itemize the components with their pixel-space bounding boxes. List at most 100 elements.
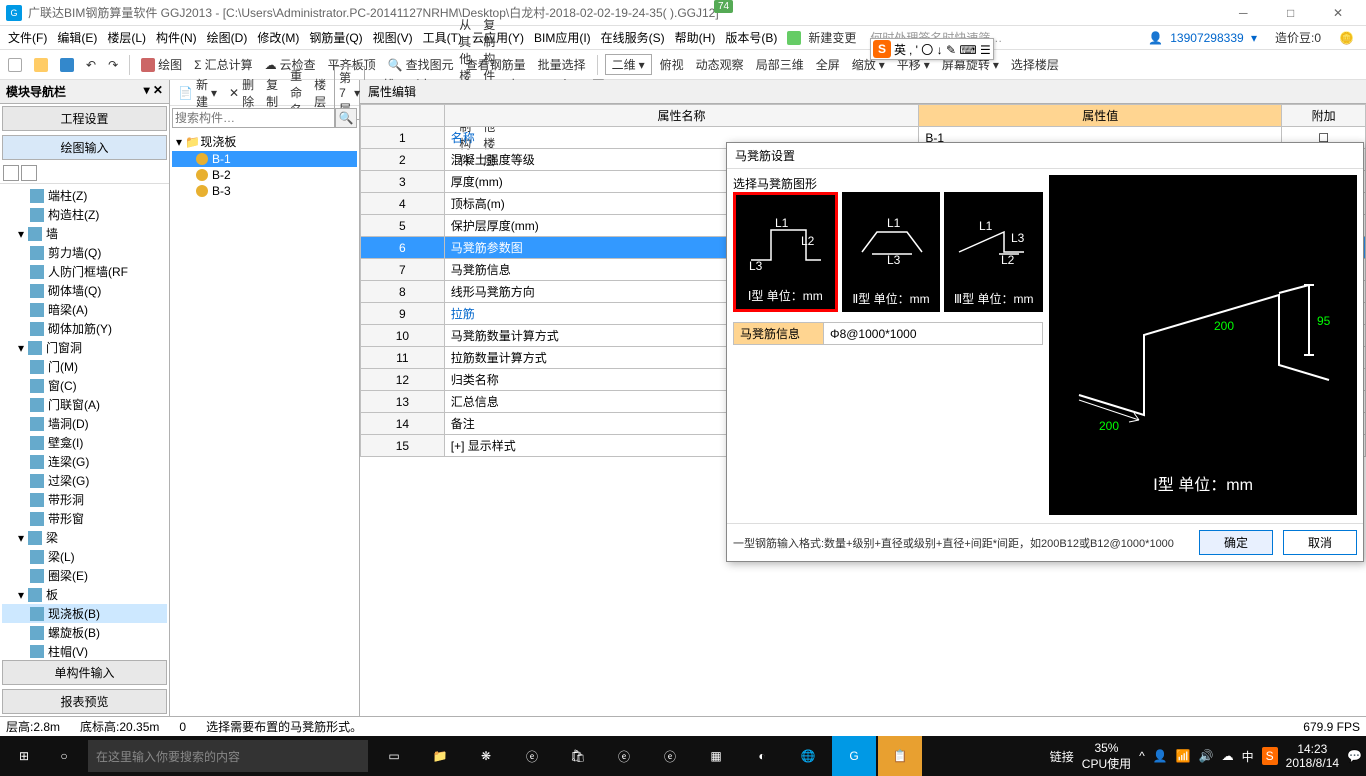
app-icon-4[interactable]: ◐ xyxy=(740,736,784,776)
tree-item[interactable]: 现浇板(B) xyxy=(2,604,167,623)
top-view-button[interactable]: 俯视 xyxy=(656,54,688,75)
tray-up-icon[interactable]: ^ xyxy=(1139,749,1145,763)
pattern-3[interactable]: L1L3L2 Ⅲ型 单位：mm xyxy=(944,192,1043,312)
tree-item[interactable]: 剪力墙(Q) xyxy=(2,243,167,262)
tree-item[interactable]: 壁龛(I) xyxy=(2,433,167,452)
tree-item[interactable]: 连梁(G) xyxy=(2,452,167,471)
user-id[interactable]: 👤 13907298339 ▾ xyxy=(1144,29,1261,47)
app-icon-2[interactable]: 🛍 xyxy=(556,736,600,776)
tree-item[interactable]: 圈梁(E) xyxy=(2,566,167,585)
menu-modify[interactable]: 修改(M) xyxy=(253,27,303,48)
tree-item[interactable]: 过梁(G) xyxy=(2,471,167,490)
slab-item-b3[interactable]: B-3 xyxy=(172,183,357,199)
slab-tree[interactable]: ▾ 📁 现浇板 B-1 B-2 B-3 xyxy=(170,130,359,716)
slab-item-b2[interactable]: B-2 xyxy=(172,167,357,183)
tray-ime-icon[interactable]: 中 xyxy=(1242,748,1254,765)
app-icon-5[interactable]: 📋 xyxy=(878,736,922,776)
delete-comp-button[interactable]: ✕删除 xyxy=(225,74,258,112)
redo-button[interactable]: ↷ xyxy=(104,56,122,74)
nav-tree[interactable]: 端柱(Z)构造柱(Z)▾墙剪力墙(Q)人防门框墙(RF砌体墙(Q)暗梁(A)砌体… xyxy=(0,184,169,658)
tree-item[interactable]: ▾板 xyxy=(2,585,167,604)
pattern-2[interactable]: L1L3 Ⅱ型 单位：mm xyxy=(842,192,941,312)
minimize-button[interactable]: ─ xyxy=(1221,6,1265,20)
draw-button[interactable]: 绘图 xyxy=(137,54,186,75)
menu-file[interactable]: 文件(F) xyxy=(4,27,51,48)
single-input-button[interactable]: 单构件输入 xyxy=(2,660,167,685)
taskbar-search[interactable]: 在这里输入你要搜索的内容 xyxy=(88,740,368,772)
menu-online[interactable]: 在线服务(S) xyxy=(597,27,669,48)
menu-rebar[interactable]: 钢筋量(Q) xyxy=(305,27,366,48)
tree-item[interactable]: ▾门窗洞 xyxy=(2,338,167,357)
tree-item[interactable]: 螺旋板(B) xyxy=(2,623,167,642)
ok-button[interactable]: 确定 xyxy=(1199,530,1273,555)
draw-input-button[interactable]: 绘图输入 xyxy=(2,135,167,160)
new-change-button[interactable]: 新建变更 xyxy=(783,25,864,50)
browser-icon[interactable]: 🌐 xyxy=(786,736,830,776)
new-doc-button[interactable] xyxy=(4,56,26,74)
close-button[interactable]: ✕ xyxy=(1316,6,1360,20)
tray-people-icon[interactable]: 👤 xyxy=(1153,749,1168,763)
menu-help[interactable]: 帮助(H) xyxy=(671,27,720,48)
search-input[interactable] xyxy=(172,108,335,128)
tree-item[interactable]: ▾梁 xyxy=(2,528,167,547)
tray-vol-icon[interactable]: 🔊 xyxy=(1199,749,1214,763)
open-button[interactable] xyxy=(30,56,52,74)
copy-comp-button[interactable]: 复制 xyxy=(262,74,282,112)
ie2-icon[interactable]: ⓔ xyxy=(648,736,692,776)
tree-item[interactable]: 构造柱(Z) xyxy=(2,205,167,224)
collapse-icon[interactable] xyxy=(21,165,37,181)
menu-floor[interactable]: 楼层(L) xyxy=(103,27,150,48)
tree-item[interactable]: 门(M) xyxy=(2,357,167,376)
menu-draw[interactable]: 绘图(D) xyxy=(203,27,252,48)
app-icon-1[interactable]: ❋ xyxy=(464,736,508,776)
sum-button[interactable]: Σ 汇总计算 xyxy=(190,54,256,75)
menu-view[interactable]: 视图(V) xyxy=(369,27,417,48)
tray-onedrive-icon[interactable]: ☁ xyxy=(1222,749,1234,763)
report-preview-button[interactable]: 报表预览 xyxy=(2,689,167,714)
pattern-1[interactable]: L1L2L3 Ⅰ型 单位：mm xyxy=(733,192,838,312)
tree-item[interactable]: 砌体墙(Q) xyxy=(2,281,167,300)
ime-lang[interactable]: 英 xyxy=(894,41,906,58)
ie-icon[interactable]: ⓔ xyxy=(510,736,554,776)
cancel-button[interactable]: 取消 xyxy=(1283,530,1357,555)
explorer-icon[interactable]: 📁 xyxy=(418,736,462,776)
tree-item[interactable]: 柱帽(V) xyxy=(2,642,167,658)
find-elem-button[interactable]: 🔍 查找图元 xyxy=(384,54,458,75)
search-button[interactable]: 🔍 xyxy=(335,108,357,128)
nav-close-icon[interactable]: ▾ ✕ xyxy=(144,83,163,100)
new-comp-button[interactable]: 📄新建▾ xyxy=(174,74,221,112)
tree-item[interactable]: ▾墙 xyxy=(2,224,167,243)
tree-item[interactable]: 暗梁(A) xyxy=(2,300,167,319)
expand-icon[interactable] xyxy=(3,165,19,181)
menu-component[interactable]: 构件(N) xyxy=(152,27,201,48)
view-2d-select[interactable]: 二维 ▾ xyxy=(605,54,652,75)
menu-edit[interactable]: 编辑(E) xyxy=(53,27,101,48)
tree-item[interactable]: 门联窗(A) xyxy=(2,395,167,414)
cortana-icon[interactable]: ○ xyxy=(44,736,84,776)
batch-select-button[interactable]: 批量选择 xyxy=(534,54,590,75)
orbit-button[interactable]: 动态观察 xyxy=(692,54,748,75)
ime-bar[interactable]: S 英 , ' 〇 ↓ ✎ ⌨ ☰ xyxy=(870,38,994,60)
maximize-button[interactable]: □ xyxy=(1269,6,1313,20)
tree-item[interactable]: 端柱(Z) xyxy=(2,186,167,205)
tray-net-icon[interactable]: 📶 xyxy=(1176,749,1191,763)
tray-sogou-icon[interactable]: S xyxy=(1262,747,1278,765)
project-settings-button[interactable]: 工程设置 xyxy=(2,106,167,131)
undo-button[interactable]: ↶ xyxy=(82,56,100,74)
menu-bim[interactable]: BIM应用(I) xyxy=(530,27,595,48)
menu-version[interactable]: 版本号(B) xyxy=(721,27,781,48)
slab-item-b1[interactable]: B-1 xyxy=(172,151,357,167)
slab-root[interactable]: ▾ 📁 现浇板 xyxy=(172,132,357,151)
tree-item[interactable]: 墙洞(D) xyxy=(2,414,167,433)
select-floor-button[interactable]: 选择楼层 xyxy=(1007,54,1063,75)
tree-item[interactable]: 人防门框墙(RF xyxy=(2,262,167,281)
link-label[interactable]: 链接 xyxy=(1050,748,1074,765)
tree-item[interactable]: 带形洞 xyxy=(2,490,167,509)
tree-item[interactable]: 带形窗 xyxy=(2,509,167,528)
local-3d-button[interactable]: 局部三维 xyxy=(752,54,808,75)
ime-items[interactable]: , ' 〇 ↓ ✎ ⌨ ☰ xyxy=(909,41,991,58)
tree-item[interactable]: 砌体加筋(Y) xyxy=(2,319,167,338)
ggj-icon[interactable]: G xyxy=(832,736,876,776)
tree-item[interactable]: 梁(L) xyxy=(2,547,167,566)
start-button[interactable]: ⊞ xyxy=(4,736,44,776)
